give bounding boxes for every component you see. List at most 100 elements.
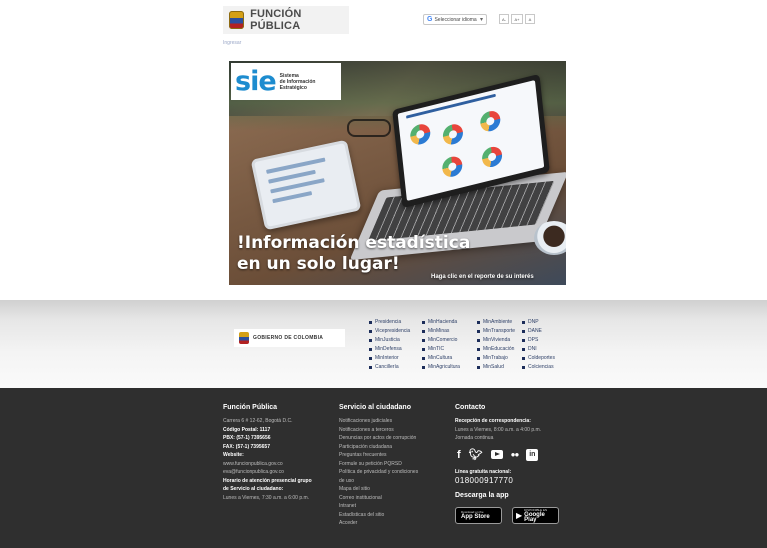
footer-link[interactable]: Acceder: [339, 519, 445, 528]
footer-heading: Función Pública: [223, 404, 278, 411]
ministry-link[interactable]: MinDefensa: [369, 345, 422, 353]
footer-link[interactable]: Notificaciones a terceros: [339, 426, 445, 435]
ministry-link[interactable]: MinAmbiente: [477, 318, 522, 326]
footer-link[interactable]: Preguntas frecuentes: [339, 451, 445, 460]
ministry-link-label: Coldeportes: [528, 355, 555, 361]
ministry-link[interactable]: DNP: [522, 318, 555, 326]
ministry-link[interactable]: Vicepresidencia: [369, 327, 422, 335]
funcion-publica-logo[interactable]: FUNCIÓN PÚBLICA: [223, 6, 349, 34]
ministry-link[interactable]: MinMinas: [422, 327, 477, 335]
tablet-line: [272, 191, 313, 204]
ministry-link-label: MinHacienda: [428, 319, 458, 325]
ministry-link[interactable]: Cancillería: [369, 363, 422, 371]
footer-hours-label: de Servicio al ciudadano:: [223, 486, 284, 492]
hotline-number: 018000917770: [455, 475, 514, 485]
donut-chart-icon: [441, 154, 464, 179]
ministry-link-label: MinMinas: [428, 328, 450, 334]
increase-font-button[interactable]: A+: [511, 14, 523, 24]
footer-postal-code: Código Postal: 1117: [223, 426, 271, 433]
footer-link[interactable]: Correo institucional: [339, 494, 445, 503]
ministry-link-label: MinEducación: [483, 346, 515, 352]
ministry-link[interactable]: MinVivienda: [477, 336, 522, 344]
hero-headline-line1: !Información estadística: [237, 233, 471, 253]
footer-email-link[interactable]: eva@funcionpublica.gov.co: [223, 468, 329, 477]
bullet-icon: [522, 347, 525, 351]
flickr-icon[interactable]: ●●: [511, 449, 520, 461]
ministry-link-label: Presidencia: [375, 319, 402, 325]
ministry-link[interactable]: Presidencia: [369, 318, 422, 326]
footer-column-funcion-publica: Función Pública Carrera 6 # 12-62, Bogot…: [223, 404, 329, 502]
footer-link[interactable]: Notificaciones judiciales: [339, 417, 445, 426]
hero-cta-text: Haga clic en el reporte de su interés: [431, 274, 534, 280]
footer-hours: Lunes a Viernes, 7:30 a.m. a 6:00 p.m.: [223, 494, 310, 501]
bullet-icon: [422, 338, 425, 342]
google-play-badge[interactable]: ▶ DISPONIBLE EN Google Play: [512, 506, 559, 524]
ministry-link[interactable]: MinComercio: [422, 336, 477, 344]
footer-link[interactable]: Mapa del sitio: [339, 485, 445, 494]
ministry-link[interactable]: MinAgricultura: [422, 363, 477, 371]
ministry-link[interactable]: MinEducación: [477, 345, 522, 353]
bullet-icon: [522, 338, 525, 342]
twitter-icon[interactable]: 🐦︎: [469, 449, 483, 461]
footer-link[interactable]: Participación ciudadana: [339, 443, 445, 452]
ministry-link[interactable]: Colciencias: [522, 363, 555, 371]
ministry-link[interactable]: MinHacienda: [422, 318, 477, 326]
government-links-band: GOBIERNO DE COLOMBIA Presidencia Vicepre…: [0, 300, 767, 388]
ministry-link[interactable]: MinCultura: [422, 354, 477, 362]
footer-website-label: Website:: [223, 452, 244, 458]
decrease-font-button[interactable]: A-: [499, 14, 509, 24]
ministry-link[interactable]: DANE: [522, 327, 555, 335]
bullet-icon: [477, 365, 480, 369]
ministry-link[interactable]: MinTIC: [422, 345, 477, 353]
facebook-icon[interactable]: f: [457, 449, 461, 461]
ministry-link[interactable]: DNI: [522, 345, 555, 353]
ministry-link[interactable]: Coldeportes: [522, 354, 555, 362]
ministry-link[interactable]: MinSalud: [477, 363, 522, 371]
app-store-badge[interactable]: Download on the App Store: [455, 506, 502, 524]
ministry-link-label: Vicepresidencia: [375, 328, 411, 334]
bullet-icon: [422, 356, 425, 360]
footer-link[interactable]: Denuncias por actos de corrupción: [339, 434, 445, 443]
language-select[interactable]: G Seleccionar idioma ▾: [423, 14, 487, 25]
sie-desc-line: Estratégico: [279, 84, 307, 91]
ministry-link[interactable]: MinJusticia: [369, 336, 422, 344]
badge-big-text: Google Play: [524, 511, 545, 523]
ministry-link[interactable]: MinInterior: [369, 354, 422, 362]
ministry-link-label: MinAgricultura: [428, 364, 460, 370]
footer-link[interactable]: de uso: [339, 477, 445, 486]
footer-link[interactable]: Política de privacidad y condiciones: [339, 468, 445, 477]
footer-fax: FAX: (57-1) 7395657: [223, 443, 270, 450]
ministry-link[interactable]: MinTransporte: [477, 327, 522, 335]
reception-label: Recepción de correspondencia:: [455, 418, 531, 424]
footer-link[interactable]: Intranet: [339, 502, 445, 511]
donut-chart-icon: [441, 122, 464, 147]
reset-font-button[interactable]: A: [525, 14, 535, 24]
bullet-icon: [422, 347, 425, 351]
login-link[interactable]: Ingresar: [223, 40, 241, 46]
ministry-links: Presidencia Vicepresidencia MinJusticia …: [369, 318, 555, 371]
linkedin-icon[interactable]: in: [526, 448, 539, 461]
language-select-label: Seleccionar idioma: [434, 16, 477, 23]
hotline-label: Línea gratuita nacional:: [455, 468, 512, 475]
hero-headline-line2: en un solo lugar!: [237, 254, 400, 274]
youtube-icon[interactable]: [490, 450, 503, 459]
ministry-link-label: Cancillería: [375, 364, 399, 370]
ministry-link[interactable]: DPS: [522, 336, 555, 344]
ministry-column: Presidencia Vicepresidencia MinJusticia …: [369, 318, 422, 371]
play-store-icon: ▶: [516, 510, 523, 520]
badge-text: Download on the App Store: [461, 510, 490, 520]
gobierno-colombia-logo[interactable]: GOBIERNO DE COLOMBIA: [234, 329, 345, 347]
font-size-controls: A- A+ A: [499, 14, 535, 24]
bullet-icon: [477, 347, 480, 351]
ministry-link-label: MinSalud: [483, 364, 504, 370]
footer-link[interactable]: Estadísticas del sitio: [339, 511, 445, 520]
footer-address: Carrera 6 # 12-62, Bogotá D.C.: [223, 418, 293, 424]
bullet-icon: [477, 329, 480, 333]
donut-chart-icon: [479, 108, 502, 134]
footer-pbx: PBX: (57-1) 7395656: [223, 435, 271, 441]
footer-link[interactable]: Formule su petición PQRSD: [339, 460, 445, 469]
ministry-link-label: MinVivienda: [483, 337, 511, 343]
hero-banner[interactable]: sie Sistema de Información Estratégico !…: [229, 61, 566, 285]
ministry-link[interactable]: MinTrabajo: [477, 354, 522, 362]
footer-website-link[interactable]: www.funcionpublica.gov.co: [223, 460, 329, 469]
